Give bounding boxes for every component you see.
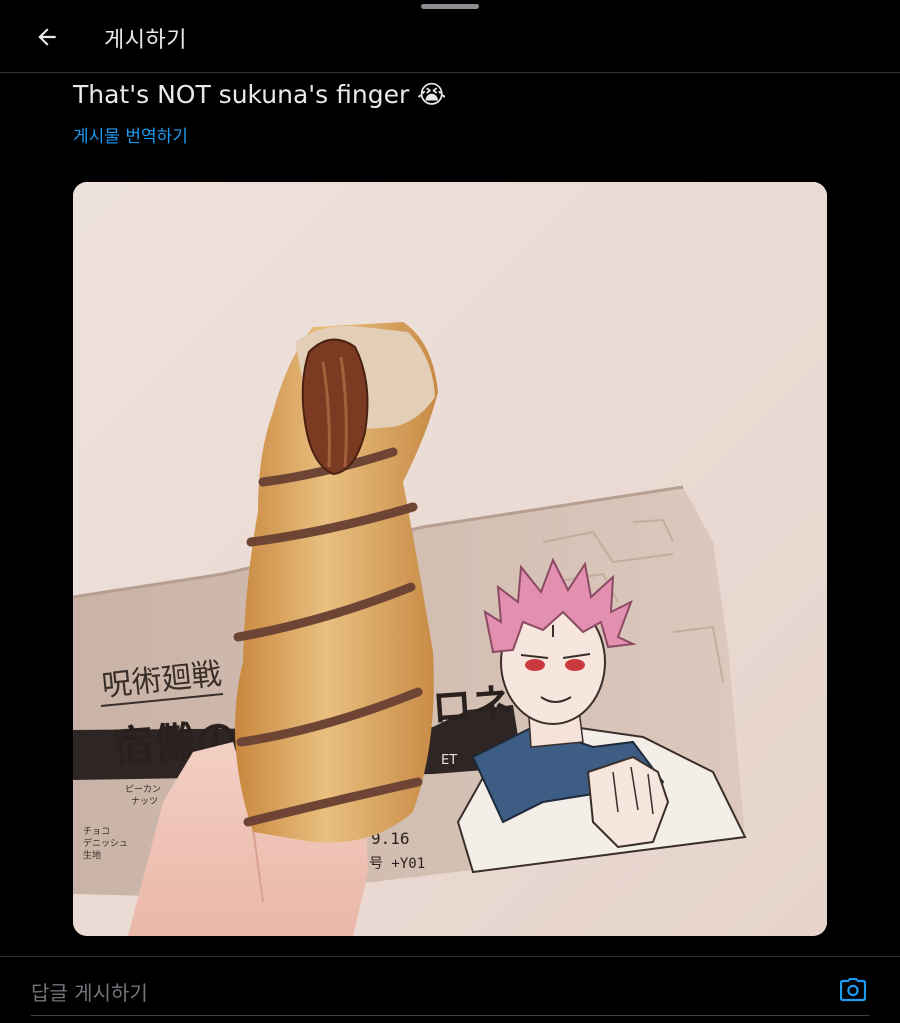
package-subtitle: ET (441, 753, 457, 768)
ingredient-label: ナッツ (131, 796, 158, 807)
ingredient-label: ピーカン (125, 784, 161, 795)
package-code: 号 +Y01 (369, 856, 425, 872)
translate-post-link[interactable]: 게시물 번역하기 (73, 122, 188, 147)
reply-composer: 답글 게시하기 (0, 956, 900, 1023)
camera-icon (839, 977, 867, 1006)
camera-button[interactable] (836, 975, 870, 1009)
arrow-left-icon (34, 24, 60, 54)
top-app-bar: 게시하기 (0, 0, 900, 73)
reply-input[interactable]: 답글 게시하기 (31, 977, 148, 1006)
reply-input-underline (31, 1015, 869, 1016)
page-title: 게시하기 (104, 28, 187, 53)
post-body-text: That's NOT sukuna's finger 😭 (73, 80, 447, 109)
package-product-name-right: ロネ (430, 680, 513, 732)
back-button[interactable] (28, 20, 66, 58)
ingredient-label: チョコ (83, 826, 110, 837)
post-image[interactable]: 呪術廻戦 宿儺の ロネ ET ピーカン ナッツ チョコ デニッシュ 生地 9.1… (73, 182, 827, 936)
ingredient-label: 生地 (83, 849, 101, 861)
ingredient-label: デニッシュ (83, 837, 128, 849)
